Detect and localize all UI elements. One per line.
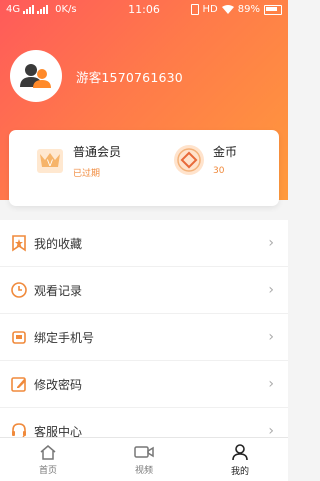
member-status-item[interactable]: V 普通会员 已过期 (35, 143, 121, 179)
battery-label: 89% (237, 4, 260, 15)
vibrate-icon (190, 4, 199, 15)
chevron-right-icon: › (268, 235, 274, 251)
profile-section[interactable]: 游客1570761630 (10, 50, 183, 102)
settings-menu: 我的收藏 › 观看记录 › 绑定手机号 › 修改密码 › 客服中心 › (0, 220, 288, 455)
tab-label: 我的 (230, 467, 249, 477)
membership-card: V 普通会员 已过期 金币 30 (9, 130, 279, 206)
tab-label: 首页 (38, 466, 57, 476)
chevron-right-icon: › (268, 329, 274, 345)
menu-label: 我的收藏 (34, 236, 83, 251)
menu-label: 绑定手机号 (34, 330, 95, 345)
menu-label: 修改密码 (34, 377, 83, 392)
phone-icon (12, 331, 26, 344)
battery-icon (264, 4, 282, 15)
chevron-right-icon: › (268, 376, 274, 392)
menu-item-favorites[interactable]: 我的收藏 › (0, 220, 288, 267)
menu-label: 观看记录 (34, 283, 83, 298)
bottom-tab-bar: 首页 视频 我的 (0, 437, 288, 481)
tab-home[interactable]: 首页 (0, 438, 96, 481)
coin-item[interactable]: 金币 30 (173, 143, 237, 176)
vip-crown-icon: V (37, 149, 63, 173)
coin-value: 30 (213, 166, 225, 176)
favorites-star-icon (12, 235, 26, 252)
tab-label: 视频 (134, 466, 153, 476)
user-group-icon (20, 64, 51, 88)
menu-item-bind-phone[interactable]: 绑定手机号 › (0, 314, 288, 361)
coin-title: 金币 (213, 145, 238, 159)
video-camera-icon (134, 446, 154, 458)
hd-label: HD (202, 4, 218, 15)
menu-item-change-password[interactable]: 修改密码 › (0, 361, 288, 408)
edit-pencil-icon (11, 377, 26, 392)
tab-video[interactable]: 视频 (96, 438, 192, 481)
profile-icon (232, 444, 248, 461)
chevron-right-icon: › (268, 282, 274, 298)
home-icon (40, 445, 56, 460)
svg-text:V: V (47, 159, 54, 169)
status-bar: 4G 0K/s 11:06 HD 89% (0, 0, 288, 20)
history-clock-icon (11, 282, 27, 298)
tab-profile[interactable]: 我的 (192, 438, 288, 481)
member-status: 已过期 (73, 169, 101, 179)
avatar[interactable] (10, 50, 62, 102)
coin-icon (174, 144, 204, 175)
username: 游客1570761630 (76, 69, 183, 85)
menu-item-history[interactable]: 观看记录 › (0, 267, 288, 314)
wifi-icon (221, 5, 234, 14)
member-title: 普通会员 (73, 145, 122, 159)
